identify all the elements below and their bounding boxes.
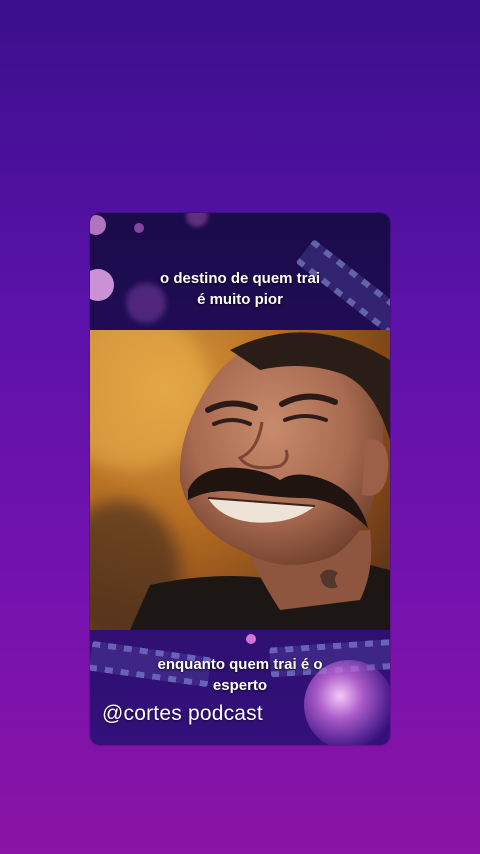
video-frame[interactable] [90, 330, 390, 630]
bokeh-light [90, 215, 106, 235]
top-caption-line-1: o destino de quem trai [159, 270, 321, 287]
bottom-caption-line-2: esperto [212, 677, 268, 694]
channel-watermark: @cortes podcast [102, 702, 263, 725]
top-caption-line-2: é muito pior [197, 291, 283, 308]
video-card[interactable]: o destino de quem trai é muito pior enqu… [90, 213, 390, 745]
bokeh-light [186, 213, 208, 227]
bottom-caption-line-1: enquanto quem trai é o [157, 656, 323, 673]
bottom-caption: enquanto quem trai é o esperto [90, 654, 390, 696]
person-illustration [130, 332, 390, 630]
top-caption: o destino de quem trai é muito pior [90, 268, 390, 310]
bokeh-light [246, 634, 256, 644]
bokeh-light [134, 223, 144, 233]
